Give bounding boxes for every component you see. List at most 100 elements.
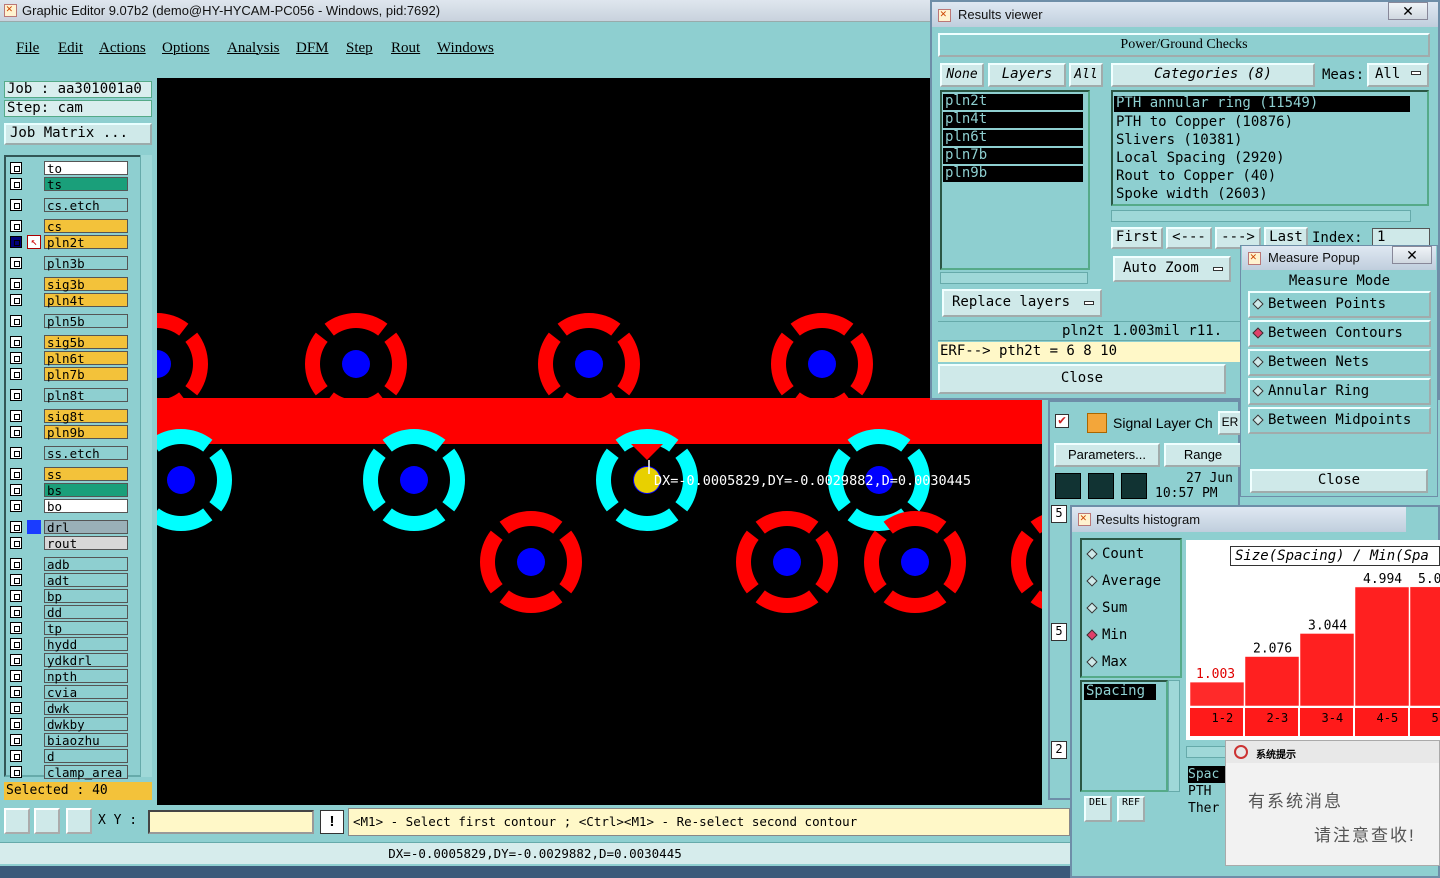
system-notification[interactable]: 系统提示 有系统消息 请注意查收! <box>1225 740 1440 866</box>
layer-checkbox[interactable] <box>10 315 22 327</box>
layer-checkbox[interactable] <box>10 278 22 290</box>
layer-checkbox[interactable] <box>10 718 22 730</box>
layer-row[interactable]: pln7b <box>10 367 128 381</box>
layer-row[interactable]: bs <box>10 483 128 497</box>
warning-button[interactable]: ! <box>320 810 344 834</box>
layer-scrollbar[interactable] <box>140 155 152 777</box>
layer-row[interactable]: biaozhu <box>10 733 128 747</box>
layer-checkbox[interactable] <box>10 734 22 746</box>
rv-close-icon[interactable]: ✕ <box>1388 2 1428 20</box>
category-item[interactable]: Spoke width (2603) <box>1116 186 1268 202</box>
layer-row[interactable]: pln4t <box>10 293 128 307</box>
layer-checkbox[interactable] <box>10 686 22 698</box>
layer-row[interactable]: pln5b <box>10 314 128 328</box>
layer-checkbox[interactable] <box>10 368 22 380</box>
layer-row[interactable]: ss.etch <box>10 446 128 460</box>
layer-checkbox[interactable] <box>10 162 22 174</box>
histogram-bar[interactable] <box>1189 681 1245 707</box>
mode-between-contours[interactable]: Between Contours <box>1248 320 1431 347</box>
histogram-bar[interactable] <box>1409 586 1440 707</box>
option-min[interactable]: Min <box>1086 627 1127 643</box>
layer-row[interactable]: dwkby <box>10 717 128 731</box>
category-item[interactable]: Rout to Copper (40) <box>1116 168 1276 184</box>
layer-row[interactable]: bp <box>10 589 128 603</box>
layer-row[interactable]: sig8t <box>10 409 128 423</box>
menu-options[interactable]: Options <box>162 40 210 57</box>
layer-checkbox[interactable] <box>10 336 22 348</box>
layer-checkbox[interactable] <box>10 447 22 459</box>
layer-row[interactable]: ss <box>10 467 128 481</box>
layer-checkbox[interactable] <box>10 500 22 512</box>
zoom-fit-button[interactable] <box>4 808 30 834</box>
option-average[interactable]: Average <box>1086 573 1161 589</box>
menu-file[interactable]: File <box>16 40 39 57</box>
layer-list-item[interactable]: pln7b <box>943 148 1083 164</box>
layer-row[interactable]: sig3b <box>10 277 128 291</box>
layer-row[interactable]: to <box>10 161 128 175</box>
check-icon[interactable]: ✔ <box>1055 414 1069 428</box>
categories-button[interactable]: Categories (8) <box>1111 63 1315 87</box>
layer-list-item[interactable]: pln4t <box>943 112 1083 128</box>
menu-analysis[interactable]: Analysis <box>227 40 280 57</box>
layer-row[interactable]: cvia <box>10 685 128 699</box>
layer-checkbox[interactable] <box>10 352 22 364</box>
layer-checkbox[interactable] <box>10 750 22 762</box>
layer-checkbox[interactable] <box>10 257 22 269</box>
ranges-button[interactable]: Range <box>1164 443 1242 467</box>
layer-checkbox[interactable] <box>10 670 22 682</box>
layer-checkbox[interactable] <box>10 574 22 586</box>
mp-close-button[interactable]: Close <box>1250 469 1428 493</box>
layer-list-item[interactable]: pln6t <box>943 130 1083 146</box>
layer-row[interactable]: ↖ pln2t <box>10 235 128 249</box>
layer-row[interactable]: cs <box>10 219 128 233</box>
chart-hscroll[interactable] <box>1186 746 1226 758</box>
layers-button[interactable]: Layers <box>988 63 1066 87</box>
red-thermal-pad[interactable] <box>843 490 986 633</box>
layer-row[interactable]: dwk <box>10 701 128 715</box>
mp-close-icon[interactable]: ✕ <box>1392 246 1432 264</box>
measure-tool-button[interactable] <box>34 808 60 834</box>
layer-checkbox[interactable] <box>10 468 22 480</box>
layer-checkbox[interactable] <box>10 484 22 496</box>
layer-checkbox[interactable] <box>10 199 22 211</box>
layer-list-item[interactable]: pln9b <box>943 166 1083 182</box>
layer-row[interactable]: npth <box>10 669 128 683</box>
rv-layer-list[interactable]: pln2t pln4t pln6t pln7b pln9b <box>940 90 1090 270</box>
layer-row[interactable]: rout <box>10 536 128 550</box>
run-icon[interactable] <box>1088 473 1114 499</box>
prev-button[interactable]: <--- <box>1166 227 1212 249</box>
histogram-list-item[interactable]: Spacing <box>1084 684 1156 700</box>
layer-checkbox[interactable] <box>10 220 22 232</box>
layer-row[interactable]: adb <box>10 557 128 571</box>
snap-grid-button[interactable] <box>66 808 92 834</box>
layer-checkbox[interactable] <box>10 606 22 618</box>
menu-windows[interactable]: Windows <box>437 40 494 57</box>
menu-actions[interactable]: Actions <box>99 40 146 57</box>
category-item[interactable]: Local Spacing (2920) <box>1116 150 1285 166</box>
layer-row[interactable]: cs.etch <box>10 198 128 212</box>
layer-checkbox[interactable] <box>10 426 22 438</box>
red-thermal-pad[interactable] <box>459 490 602 633</box>
run-icon[interactable] <box>1121 473 1147 499</box>
none-button[interactable]: None <box>940 63 984 87</box>
run-icon[interactable] <box>1055 473 1081 499</box>
layer-checkbox[interactable] <box>10 178 22 190</box>
layer-row[interactable]: drl <box>10 520 128 534</box>
side-list-item[interactable]: Spac <box>1188 766 1228 783</box>
layer-row[interactable]: tp <box>10 621 128 635</box>
option-count[interactable]: Count <box>1086 546 1144 562</box>
layer-checkbox[interactable] <box>10 410 22 422</box>
auto-zoom-dropdown[interactable]: Auto Zoom <box>1113 256 1231 282</box>
layer-checkbox[interactable] <box>10 638 22 650</box>
ref-button[interactable]: REF <box>1117 796 1145 822</box>
layer-checkbox[interactable] <box>10 537 22 549</box>
parameters-button[interactable]: Parameters... <box>1054 443 1160 467</box>
layer-row[interactable]: d <box>10 749 128 763</box>
layer-row[interactable]: pln9b <box>10 425 128 439</box>
mode-between-nets[interactable]: Between Nets <box>1248 349 1431 376</box>
category-item-selected[interactable]: PTH annular ring (11549) <box>1114 96 1410 112</box>
er-button[interactable]: ER <box>1218 411 1242 435</box>
histogram-list-scroll[interactable] <box>1168 680 1180 792</box>
rv-close-button[interactable]: Close <box>938 364 1226 394</box>
red-thermal-pad[interactable] <box>715 490 858 633</box>
